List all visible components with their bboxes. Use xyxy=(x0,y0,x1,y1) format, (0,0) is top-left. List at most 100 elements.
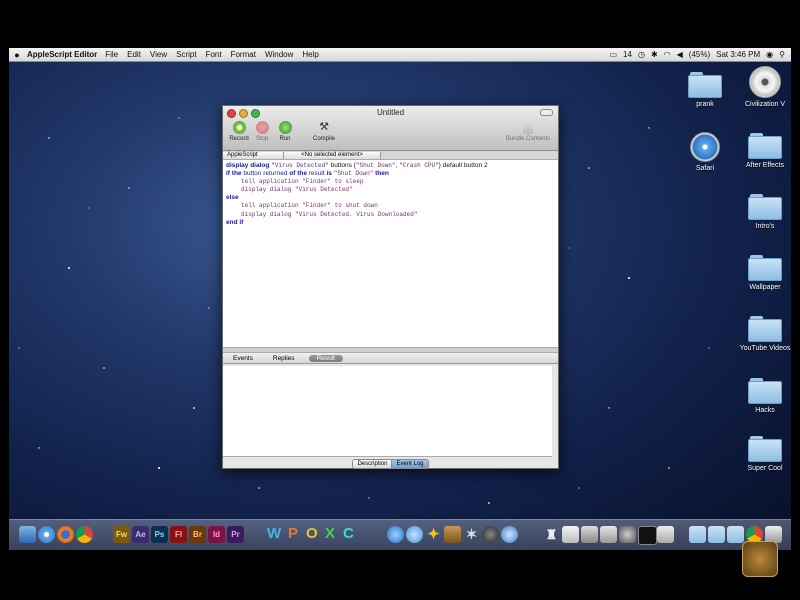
premiere-icon[interactable]: Pr xyxy=(227,526,244,543)
record-icon xyxy=(232,121,246,134)
desktop-icon-label: Intro's xyxy=(755,223,775,230)
desktop-icon-label: After Effects xyxy=(746,162,784,169)
menu-window[interactable]: Window xyxy=(265,50,293,59)
desktop-icon-label: Safari xyxy=(695,165,715,172)
desktop-folder-super-cool[interactable]: Super Cool xyxy=(735,436,791,473)
run-button[interactable]: Run xyxy=(272,121,298,142)
desktop-folder-intros[interactable]: Intro's xyxy=(735,194,791,231)
itunes-icon[interactable] xyxy=(501,526,518,543)
volume-icon[interactable]: ◀ xyxy=(677,50,683,59)
battery-status[interactable]: (45%) xyxy=(689,50,710,59)
channel-logo-watermark xyxy=(742,541,778,577)
desktop-icon-label: Civilization V xyxy=(744,101,786,108)
language-popup[interactable]: AppleScript xyxy=(223,151,284,159)
flash-icon[interactable]: Fl xyxy=(170,526,187,543)
apple-menu-icon[interactable]: ● xyxy=(9,50,25,60)
desktop-folder-youtube-videos[interactable]: YouTube Videos xyxy=(735,316,791,353)
app-menu[interactable]: AppleScript Editor xyxy=(27,50,97,59)
menu-edit[interactable]: Edit xyxy=(127,50,141,59)
applications-stack-icon[interactable] xyxy=(689,526,706,543)
imovie-icon[interactable] xyxy=(581,526,598,543)
clock[interactable]: Sat 3:46 PM xyxy=(716,50,760,59)
automator-icon[interactable]: ♜ xyxy=(543,526,560,543)
desktop-icon-civilization[interactable]: Civilization V xyxy=(735,66,791,109)
office-word-icon[interactable]: W xyxy=(267,524,281,544)
finder-icon[interactable] xyxy=(19,526,36,543)
menu-help[interactable]: Help xyxy=(302,50,318,59)
script-editor-text-area[interactable]: display dialog "Virus Detected" buttons … xyxy=(223,160,558,348)
wifi-icon[interactable]: ◠ xyxy=(664,50,671,59)
bridge-icon[interactable]: Br xyxy=(189,526,206,543)
indesign-icon[interactable]: Id xyxy=(208,526,225,543)
window-title: Untitled xyxy=(376,108,405,117)
spotlight-icon[interactable]: ⚲ xyxy=(779,50,785,59)
system-preferences-icon[interactable] xyxy=(619,526,636,543)
image-capture-icon[interactable] xyxy=(600,526,617,543)
office-excel-icon[interactable]: X xyxy=(325,524,335,544)
terminal-icon[interactable] xyxy=(638,526,657,545)
code-line: display dialog "Virus Detected. Virus Do… xyxy=(241,210,418,218)
app-store-icon[interactable] xyxy=(387,526,404,543)
tab-replies[interactable]: Replies xyxy=(263,355,305,362)
event-log-button[interactable]: Event Log xyxy=(391,460,428,468)
description-button[interactable]: Description xyxy=(353,460,392,468)
bundle-contents-button[interactable]: Bundle Contents xyxy=(505,121,551,142)
tab-result[interactable]: Result xyxy=(308,354,343,362)
folder-icon xyxy=(748,255,782,281)
folder-icon xyxy=(748,378,782,404)
photo-booth-icon[interactable] xyxy=(444,526,461,543)
desktop-folder-prank[interactable]: prank xyxy=(675,72,735,109)
fireworks-icon[interactable]: Fw xyxy=(113,526,130,543)
downloads-stack-icon[interactable] xyxy=(727,526,744,543)
documents-stack-icon[interactable] xyxy=(708,526,725,543)
menu-file[interactable]: File xyxy=(105,50,118,59)
calendar-date[interactable]: 14 xyxy=(623,50,632,59)
star-app-icon[interactable]: ✶ xyxy=(463,526,480,543)
ichat-icon[interactable] xyxy=(406,526,423,543)
office-communicator-icon[interactable]: C xyxy=(343,524,354,544)
run-label: Run xyxy=(279,136,291,142)
desktop-folder-hacks[interactable]: Hacks xyxy=(735,378,791,415)
code-line: display dialog "Virus Detected" xyxy=(241,186,353,194)
office-powerpoint-icon[interactable]: P xyxy=(288,524,298,544)
chrome-icon[interactable] xyxy=(76,526,93,543)
aim-running-man-icon[interactable]: ✦ xyxy=(425,526,442,543)
desktop-folder-after-effects[interactable]: After Effects xyxy=(735,133,791,170)
after-effects-icon[interactable]: Ae xyxy=(132,526,149,543)
menu-format[interactable]: Format xyxy=(231,50,256,59)
firefox-icon[interactable] xyxy=(57,526,74,543)
bluetooth-icon[interactable]: ✱ xyxy=(651,50,658,59)
dock: Fw Ae Ps Fl Br Id Pr W P O X C ✦ ✶ ♜ xyxy=(9,519,791,550)
dvd-player-icon[interactable] xyxy=(482,526,499,543)
code-line: else xyxy=(226,194,239,202)
menu-extras: ▭ 14 ◷ ✱ ◠ ◀ (45%) Sat 3:46 PM ◉ ⚲ xyxy=(609,50,791,59)
window-titlebar[interactable]: Untitled Record Stop Run ⚒ Compile Bundl… xyxy=(223,106,558,151)
time-machine-icon[interactable]: ◷ xyxy=(638,50,645,59)
compile-button[interactable]: ⚒ Compile xyxy=(309,121,339,142)
tab-events[interactable]: Events xyxy=(223,355,263,362)
hammer-icon: ⚒ xyxy=(319,121,329,133)
element-popup[interactable]: <No selected element> xyxy=(284,151,381,159)
folder-icon xyxy=(748,194,782,220)
desktop-icon-label: prank xyxy=(696,101,714,108)
user-icon[interactable]: ◉ xyxy=(766,50,773,59)
disc-icon xyxy=(749,66,781,98)
desktop-icon-safari[interactable]: Safari xyxy=(675,132,735,173)
code-line: display dialog "Virus Detected" buttons … xyxy=(226,162,488,169)
script-editor-icon[interactable] xyxy=(657,526,674,543)
folder-icon xyxy=(748,316,782,342)
photoshop-icon[interactable]: Ps xyxy=(151,526,168,543)
menu-font[interactable]: Font xyxy=(206,50,222,59)
code-line: end if xyxy=(226,218,244,226)
safari-icon[interactable] xyxy=(38,526,55,543)
result-pane[interactable] xyxy=(223,366,552,457)
menu-view[interactable]: View xyxy=(150,50,167,59)
desktop-folder-wallpaper[interactable]: Wallpaper xyxy=(735,255,791,292)
menu-script[interactable]: Script xyxy=(176,50,196,59)
display-icon[interactable]: ▭ xyxy=(609,50,617,59)
toolbar-toggle-button[interactable] xyxy=(540,109,553,116)
office-outlook-icon[interactable]: O xyxy=(306,524,318,544)
preview-icon[interactable] xyxy=(562,526,579,543)
desktop-icon-label: Wallpaper xyxy=(749,284,781,291)
folder-icon xyxy=(748,436,782,462)
